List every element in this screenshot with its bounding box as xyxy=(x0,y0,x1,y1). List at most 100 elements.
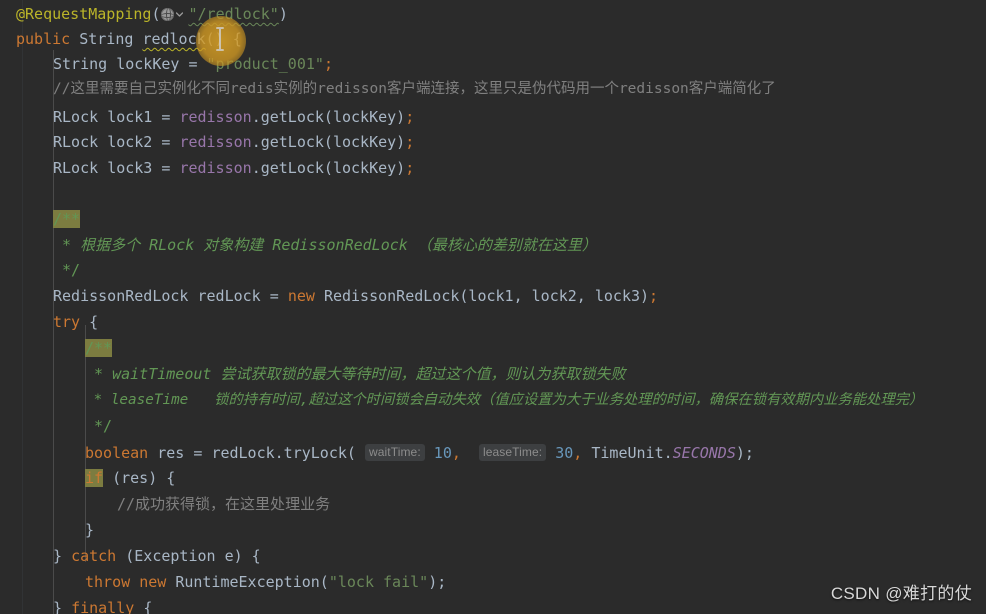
keyword-new: new xyxy=(287,287,315,305)
string-lock-fail: "lock fail" xyxy=(328,573,429,591)
keyword-finally: finally xyxy=(71,599,135,614)
keyword-throw: throw xyxy=(85,573,131,591)
var-lock3: lock3 xyxy=(107,159,153,177)
code-line-6[interactable]: RLock lock2 = redisson.getLock(lockKey); xyxy=(0,130,986,155)
trylock-tail: ); xyxy=(735,444,754,462)
code-line-9[interactable]: /** xyxy=(0,207,986,232)
code-line-22[interactable]: } catch (Exception e) { xyxy=(0,544,986,569)
globe-icon[interactable] xyxy=(160,7,189,22)
param-hint-waittime: waitTime: xyxy=(364,444,425,461)
catch-close-brace: } xyxy=(53,599,63,614)
throw-tail: ); xyxy=(428,573,447,591)
code-line-5[interactable]: RLock lock1 = redisson.getLock(lockKey); xyxy=(0,105,986,130)
comma: , xyxy=(573,444,583,462)
paren-open: ( xyxy=(151,5,161,23)
javadoc-close-2: */ xyxy=(85,417,113,435)
waittime-value: 10 xyxy=(433,444,452,462)
javadoc-open-highlighted-2: /** xyxy=(85,339,113,357)
field-redisson: redisson xyxy=(179,133,252,151)
assign-operator: = xyxy=(269,287,279,305)
semicolon: ; xyxy=(405,159,415,177)
getlock-call: .getLock(lockKey) xyxy=(251,133,406,151)
code-editor[interactable]: @RequestMapping( "/redlock") public Strin… xyxy=(0,0,986,614)
code-line-4[interactable]: //这里需要自己实例化不同redis实例的redisson客户端连接，这里只是伪… xyxy=(0,77,986,102)
assign-operator: = xyxy=(161,108,171,126)
javadoc-waittimeout: * waitTimeout 尝试获取锁的最大等待时间，超过这个值，则认为获取锁失… xyxy=(85,365,626,383)
assign-operator: = xyxy=(161,133,171,151)
javadoc-text-redlock: * 根据多个 RLock 对象构建 RedissonRedLock （最核心的差… xyxy=(53,236,597,254)
code-line-17[interactable]: */ xyxy=(0,414,986,439)
finally-open-brace: { xyxy=(143,599,153,614)
getlock-call: .getLock(lockKey) xyxy=(251,159,406,177)
code-line-10[interactable]: * 根据多个 RLock 对象构建 RedissonRedLock （最核心的差… xyxy=(0,233,986,258)
assign-operator: = xyxy=(188,55,198,73)
keyword-catch: catch xyxy=(71,547,117,565)
code-line-3[interactable]: String lockKey = "product_001"; xyxy=(0,52,986,77)
semicolon: ; xyxy=(405,133,415,151)
code-line-11[interactable]: */ xyxy=(0,258,986,283)
chevron-down-icon[interactable] xyxy=(175,11,183,18)
timeunit-seconds: SECONDS xyxy=(672,444,736,462)
string-product-001: "product_001" xyxy=(206,55,324,73)
getlock-call: .getLock(lockKey) xyxy=(251,108,406,126)
redissonredlock-type: RedissonRedLock xyxy=(53,287,189,305)
code-lines: @RequestMapping( "/redlock") public Strin… xyxy=(0,0,986,614)
semicolon: ; xyxy=(323,55,333,73)
code-line-12[interactable]: RedissonRedLock redLock = new RedissonRe… xyxy=(0,284,986,309)
var-lock1: lock1 xyxy=(107,108,153,126)
code-line-15[interactable]: * waitTimeout 尝试获取锁的最大等待时间，超过这个值，则认为获取锁失… xyxy=(0,362,986,387)
code-line-18[interactable]: boolean res = redLock.tryLock( waitTime:… xyxy=(0,440,986,465)
code-line-13[interactable]: try { xyxy=(0,310,986,335)
leasetime-value: 30 xyxy=(555,444,574,462)
field-redisson: redisson xyxy=(179,159,252,177)
rlock-type: RLock xyxy=(53,159,99,177)
code-line-14[interactable]: /** xyxy=(0,336,986,361)
try-close-brace: } xyxy=(53,547,63,565)
keyword-try: try xyxy=(53,313,81,331)
assign-operator: = xyxy=(193,444,203,462)
var-name-lockkey: lockKey xyxy=(116,55,180,73)
comment-redisson-note: //这里需要自己实例化不同redis实例的redisson客户端连接，这里只是伪… xyxy=(53,81,776,97)
semicolon: ; xyxy=(405,108,415,126)
assign-operator: = xyxy=(161,159,171,177)
keyword-if-highlighted: if xyxy=(85,469,104,487)
var-redlock: redLock xyxy=(197,287,261,305)
runtimeexception-ctor: RuntimeException( xyxy=(175,573,329,591)
semicolon: ; xyxy=(649,287,659,305)
javadoc-leasetime: * leaseTime 锁的持有时间,超过这个时间锁会自动失效（值应设置为大于业… xyxy=(85,392,924,408)
comma: , xyxy=(451,444,461,462)
constructor-call: RedissonRedLock(lock1, lock2, lock3) xyxy=(323,287,650,305)
code-line-7[interactable]: RLock lock3 = redisson.getLock(lockKey); xyxy=(0,156,986,181)
keyword-boolean: boolean xyxy=(85,444,149,462)
method-name: redlock xyxy=(142,30,206,48)
timeunit-qualifier: TimeUnit. xyxy=(591,444,673,462)
return-type: String xyxy=(79,30,134,48)
keyword-public: public xyxy=(16,30,71,48)
if-condition: (res) { xyxy=(103,469,176,487)
var-lock2: lock2 xyxy=(107,133,153,151)
code-line-16[interactable]: * leaseTime 锁的持有时间,超过这个时间锁会自动失效（值应设置为大于业… xyxy=(0,388,986,413)
code-line-21[interactable]: } xyxy=(0,518,986,543)
if-close-brace: } xyxy=(85,521,95,539)
trylock-call: redLock.tryLock( xyxy=(211,444,356,462)
code-line-2[interactable]: public String redlock() { xyxy=(0,27,986,52)
code-line-19[interactable]: if (res) { xyxy=(0,466,986,491)
var-type: String xyxy=(53,55,108,73)
csdn-watermark: CSDN @难打的仗 xyxy=(830,584,972,603)
method-parens: () xyxy=(205,30,224,48)
param-hint-leasetime: leaseTime: xyxy=(478,444,547,461)
code-line-1[interactable]: @RequestMapping( "/redlock") xyxy=(0,2,986,27)
field-redisson: redisson xyxy=(179,108,252,126)
rlock-type: RLock xyxy=(53,108,99,126)
catch-signature: (Exception e) { xyxy=(116,547,261,565)
javadoc-close: */ xyxy=(53,261,81,279)
annotation-token: @RequestMapping xyxy=(16,5,152,23)
request-mapping-path: "/redlock" xyxy=(188,5,279,23)
keyword-new: new xyxy=(139,573,167,591)
javadoc-open-highlighted: /** xyxy=(53,210,81,228)
paren-close: ) xyxy=(278,5,288,23)
rlock-type: RLock xyxy=(53,133,99,151)
code-line-20[interactable]: //成功获得锁，在这里处理业务 xyxy=(0,492,986,517)
try-open-brace: { xyxy=(89,313,99,331)
comment-success-lock: //成功获得锁，在这里处理业务 xyxy=(117,495,331,513)
